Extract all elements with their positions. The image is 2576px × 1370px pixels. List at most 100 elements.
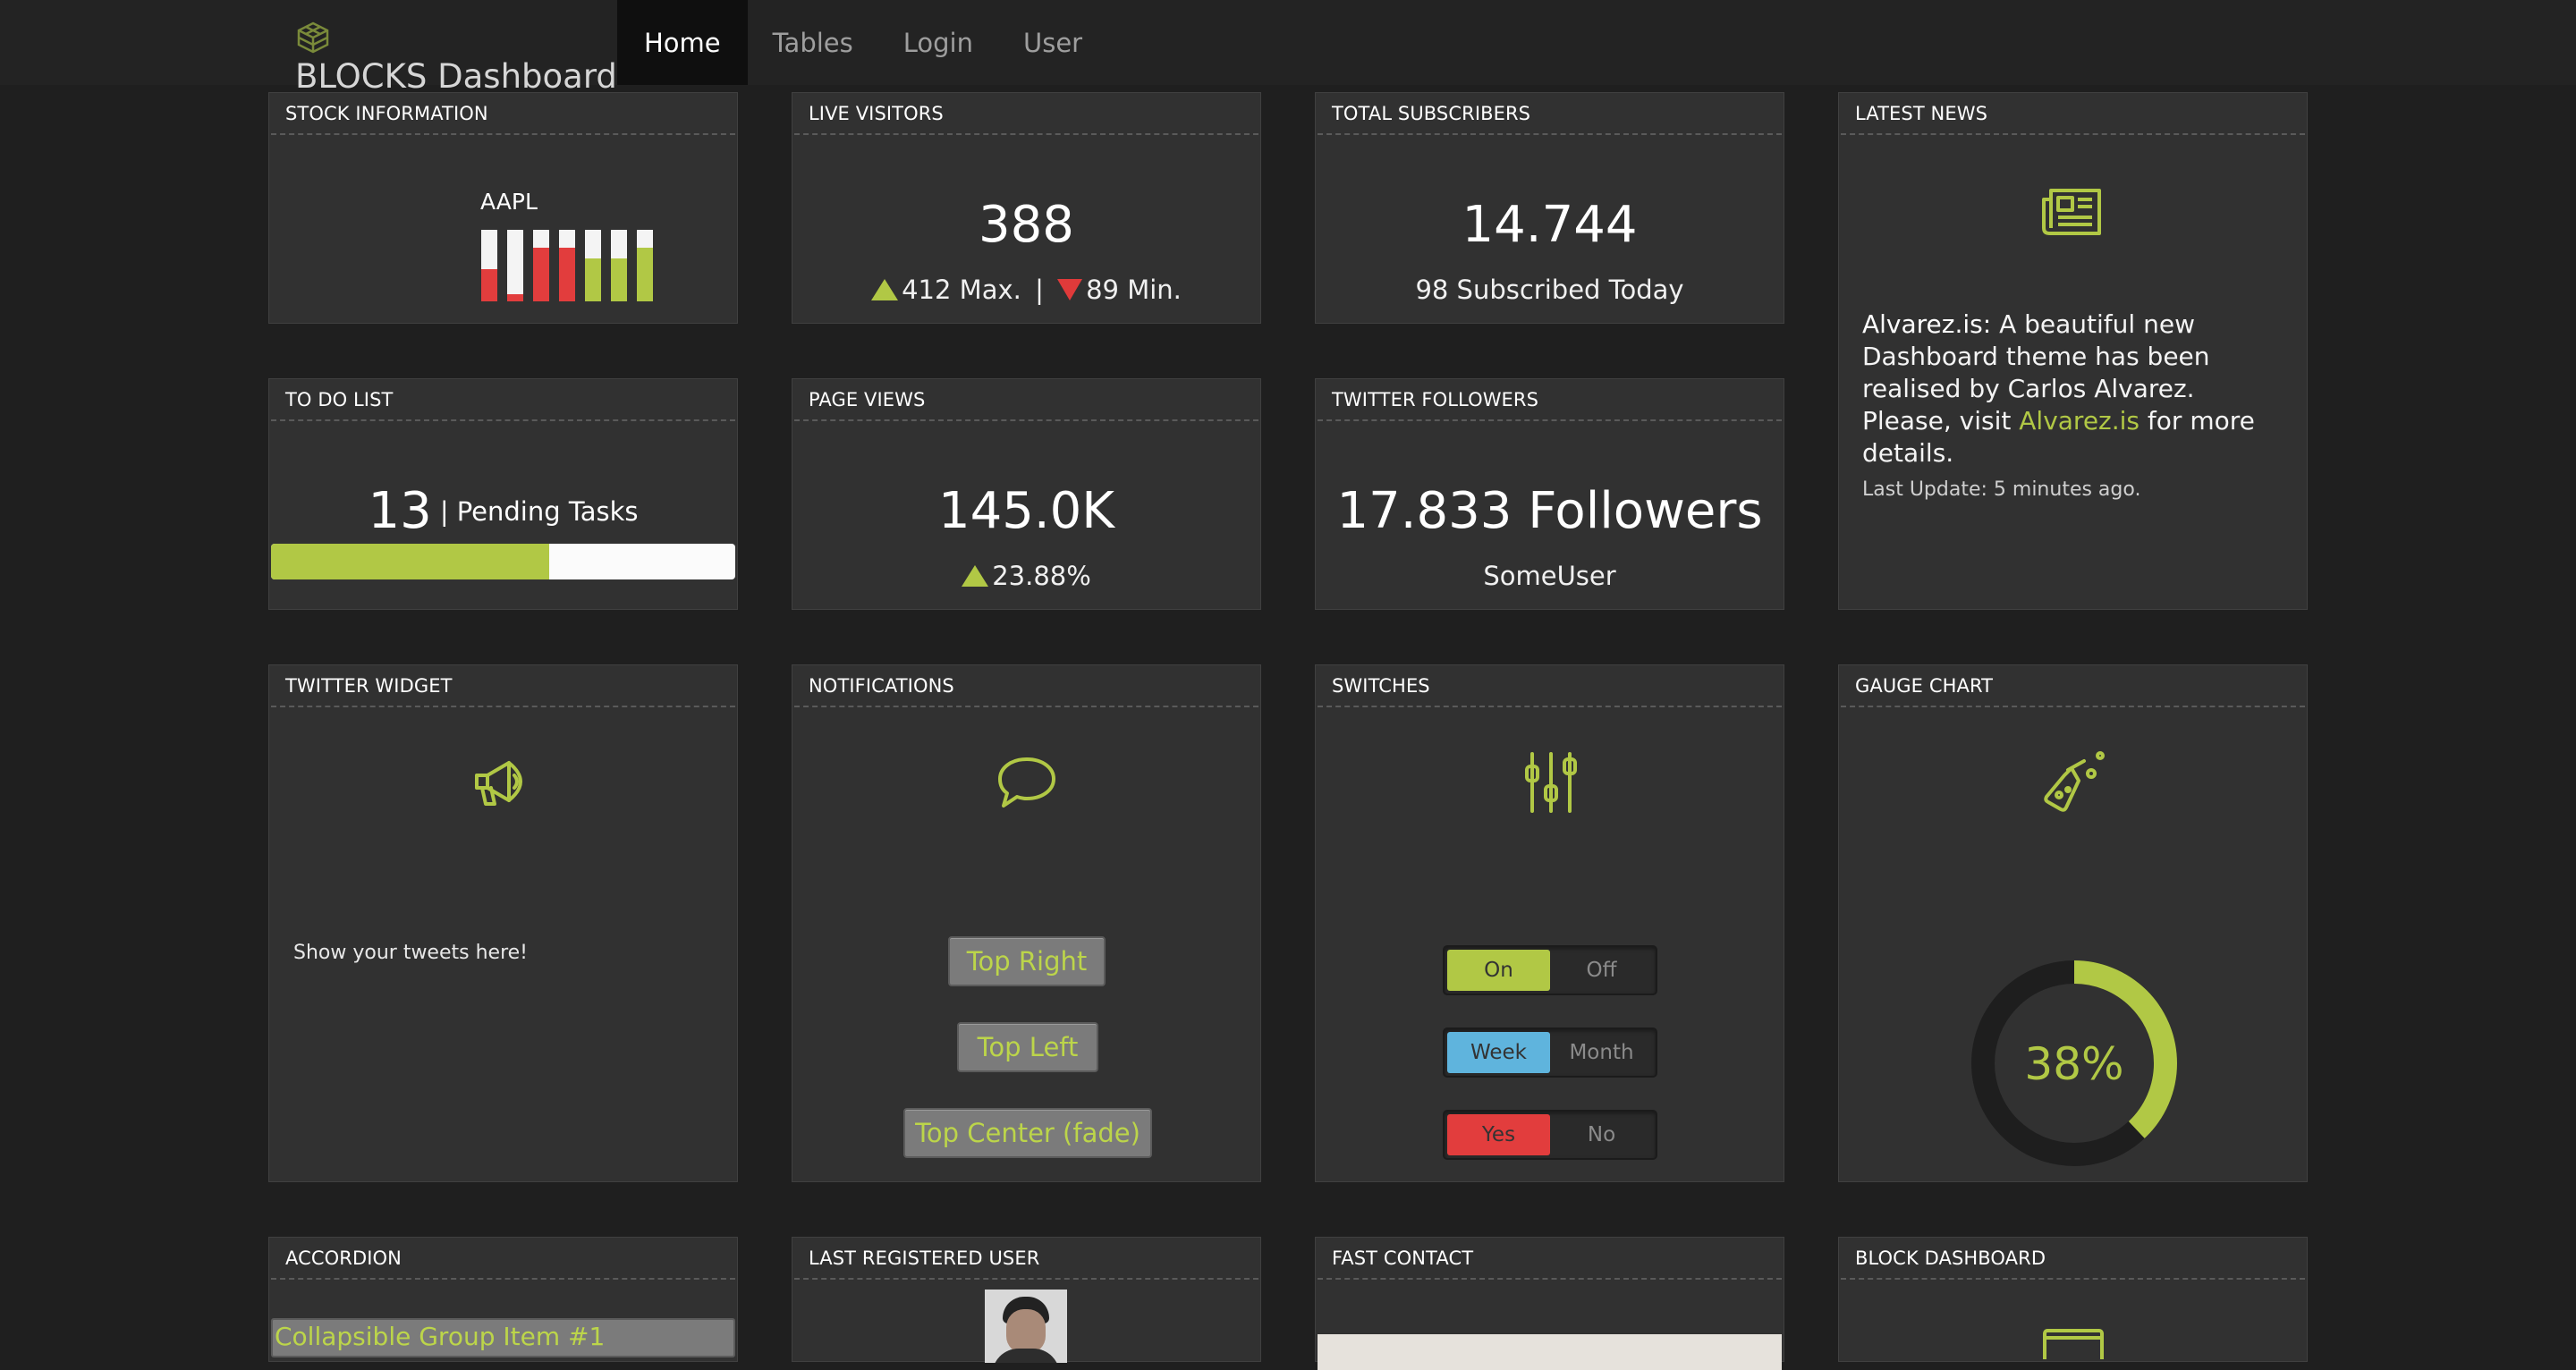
latest-news-card: LATEST NEWS Alvarez.is: A beautiful new … [1838,92,2308,610]
visitors-max: 412 Max. [902,275,1021,305]
card-title: STOCK INFORMATION [271,93,735,135]
cube-logo-icon [297,21,329,54]
nav-login[interactable]: Login [878,0,998,85]
change-value: 23.88% [992,561,1091,591]
subscribed-today: 98 Subscribed Today [1415,275,1684,305]
avatar[interactable] [985,1290,1067,1363]
top-right-button[interactable]: Top Right [948,936,1106,986]
stock-bar-7 [637,230,653,301]
twitter-widget-card: TWITTER WIDGET Show your tweets here! [268,664,738,1182]
switch-week-option[interactable]: Week [1447,1032,1550,1073]
stock-bar-1 [481,230,497,301]
card-title: TOTAL SUBSCRIBERS [1318,93,1782,135]
page-views-change: 23.88% [792,561,1260,591]
stock-bar-2 [507,230,523,301]
stock-bar-fill [507,294,523,301]
news-link[interactable]: Alvarez.is [2019,406,2140,436]
todo-label: Pending Tasks [456,496,639,527]
switch-off-option[interactable]: Off [1550,950,1653,991]
card-title: PAGE VIEWS [794,379,1258,421]
nav-user[interactable]: User [998,0,1107,85]
switch-month-option[interactable]: Month [1550,1032,1653,1073]
avatar-face [1006,1309,1046,1354]
subscribers-count: 14.744 [1462,196,1638,254]
separator: | [439,496,449,527]
top-center-fade-button[interactable]: Top Center (fade) [903,1108,1152,1158]
up-arrow-icon [871,279,899,300]
sliders-icon [1525,752,1577,813]
twitter-user: SomeUser [1483,561,1616,591]
visitors-range: 412 Max. | 89 Min. [792,275,1260,305]
stock-bar-fill [585,258,601,301]
card-title: BLOCK DASHBOARD [1841,1238,2305,1280]
stock-bar-fill [481,269,497,301]
todo-summary: 13 | Pending Tasks [269,482,737,540]
page-views-card: PAGE VIEWS 145.0K 23.88% [792,378,1261,610]
card-title: TWITTER FOLLOWERS [1318,379,1782,421]
stock-bar-fill [637,248,653,301]
stock-bar-3 [533,230,549,301]
main-nav: Home Tables Login User [617,0,1107,85]
week-month-switch[interactable]: Week Month [1443,1028,1657,1078]
newspaper-icon [2042,189,2101,235]
top-left-button[interactable]: Top Left [957,1022,1098,1072]
accordion-item-label: Collapsible Group Item #1 [275,1322,606,1351]
notifications-card: NOTIFICATIONS Top Right Top Left Top Cen… [792,664,1261,1182]
yes-no-switch[interactable]: Yes No [1443,1110,1657,1160]
brand[interactable]: BLOCKS Dashboard [293,16,617,96]
brand-title: BLOCKS Dashboard [295,57,617,96]
fast-contact-card: FAST CONTACT [1315,1237,1784,1370]
separator: | [1035,275,1044,305]
card-title: LATEST NEWS [1841,93,2305,135]
navbar: BLOCKS Dashboard Home Tables Login User [0,0,2576,96]
down-arrow-icon [1057,279,1083,300]
stock-bar-5 [585,230,601,301]
visitors-min: 89 Min. [1086,275,1182,305]
total-subscribers-card: TOTAL SUBSCRIBERS 14.744 98 Subscribed T… [1315,92,1784,324]
stock-bar-6 [611,230,627,301]
card-title: SWITCHES [1318,665,1782,707]
switch-yes-option[interactable]: Yes [1447,1114,1550,1155]
switch-no-option[interactable]: No [1550,1114,1653,1155]
todo-progress-bar [271,544,735,579]
visitors-count: 388 [979,196,1074,254]
speech-bubble-icon [998,757,1055,808]
on-off-switch[interactable]: On Off [1443,945,1657,995]
card-title: TO DO LIST [271,379,735,421]
up-arrow-icon [962,565,989,587]
card-title: NOTIFICATIONS [794,665,1258,707]
accordion-card: ACCORDION Collapsible Group Item #1 [268,1237,738,1362]
nav-home[interactable]: Home [617,0,748,85]
gauge-chart-card: GAUGE CHART 38% [1838,664,2308,1182]
card-title: TWITTER WIDGET [271,665,735,707]
nav-tables[interactable]: Tables [748,0,878,85]
todo-list-card: TO DO LIST 13 | Pending Tasks [268,378,738,610]
stock-information-card: STOCK INFORMATION AAPL [268,92,738,324]
card-title: FAST CONTACT [1318,1238,1782,1280]
block-dashboard-card: BLOCK DASHBOARD [1838,1237,2308,1362]
news-updated: Last Update: 5 minutes ago. [1862,478,2141,501]
stock-bar-fill [611,258,627,301]
todo-count: 13 [368,482,432,540]
news-text: Alvarez.is: A beautiful new Dashboard th… [1862,309,2292,469]
card-title: ACCORDION [271,1238,735,1280]
last-registered-user-card: LAST REGISTERED USER [792,1237,1261,1363]
stock-bar-4 [559,230,575,301]
todo-progress-fill [271,544,550,579]
flask-icon [2044,751,2105,812]
followers-count: 17.833 Followers [1336,482,1763,540]
live-visitors-card: LIVE VISITORS 388 412 Max. | 89 Min. [792,92,1261,324]
stock-symbol: AAPL [480,189,538,215]
card-title: GAUGE CHART [1841,665,2305,707]
stock-bar-chart [481,230,660,301]
monitor-icon [2043,1329,2104,1359]
contact-input[interactable] [1318,1334,1782,1370]
news-author: Alvarez.is: [1862,309,1992,339]
twitter-followers-card: TWITTER FOLLOWERS 17.833 Followers SomeU… [1315,378,1784,610]
switch-on-option[interactable]: On [1447,950,1550,991]
gauge-value: 38% [2024,1038,2124,1090]
stock-bar-fill [559,248,575,301]
avatar-shoulders [992,1349,1060,1363]
accordion-item-1[interactable]: Collapsible Group Item #1 [271,1318,735,1357]
switches-card: SWITCHES On Off Week Month Yes No [1315,664,1784,1182]
